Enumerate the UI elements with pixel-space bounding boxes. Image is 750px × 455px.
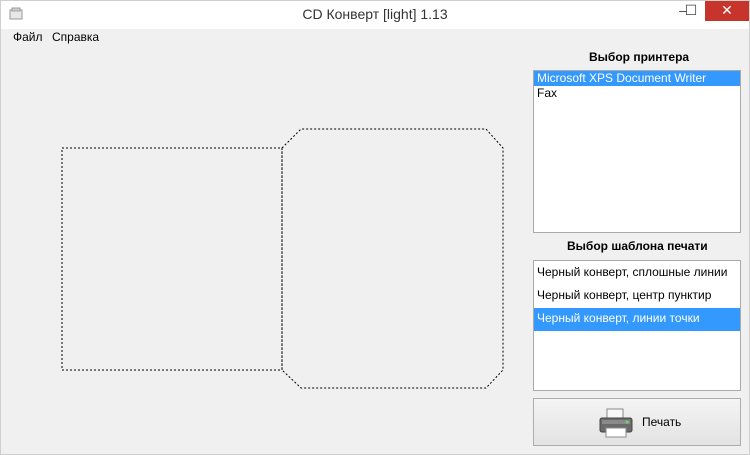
- envelope-panel-left: [61, 147, 283, 371]
- print-button[interactable]: Печать: [533, 398, 741, 446]
- menu-bar: Файл Справка: [1, 29, 749, 45]
- print-button-label: Печать: [642, 415, 682, 429]
- app-window: CD Конверт [light] 1.13 – ☐ ✕ Файл Справ…: [0, 0, 750, 455]
- menu-help[interactable]: Справка: [52, 30, 99, 44]
- printer-icon: [599, 408, 633, 438]
- menu-file[interactable]: Файл: [13, 30, 43, 44]
- printer-list[interactable]: Microsoft XPS Document Writer Fax: [533, 70, 741, 233]
- envelope-preview: [61, 128, 504, 389]
- template-list[interactable]: Черный конверт, сплошные линии Черный ко…: [533, 260, 741, 391]
- maximize-button[interactable]: ☐: [677, 1, 705, 21]
- template-section-title: Выбор шаблона печати: [567, 239, 708, 253]
- template-item-center-dashed[interactable]: Черный конверт, центр пунктир: [534, 285, 740, 308]
- printer-item-xps[interactable]: Microsoft XPS Document Writer: [534, 71, 740, 86]
- template-item-solid[interactable]: Черный конверт, сплошные линии: [534, 262, 740, 285]
- window-title: CD Конверт [light] 1.13: [302, 6, 448, 22]
- template-item-dotted[interactable]: Черный конверт, линии точки: [534, 308, 740, 331]
- envelope-panel-right: [281, 128, 504, 389]
- close-button[interactable]: ✕: [705, 1, 749, 21]
- title-bar: CD Конверт [light] 1.13 – ☐ ✕: [1, 1, 749, 29]
- printer-item-fax[interactable]: Fax: [534, 86, 740, 101]
- printer-section-title: Выбор принтера: [589, 50, 690, 64]
